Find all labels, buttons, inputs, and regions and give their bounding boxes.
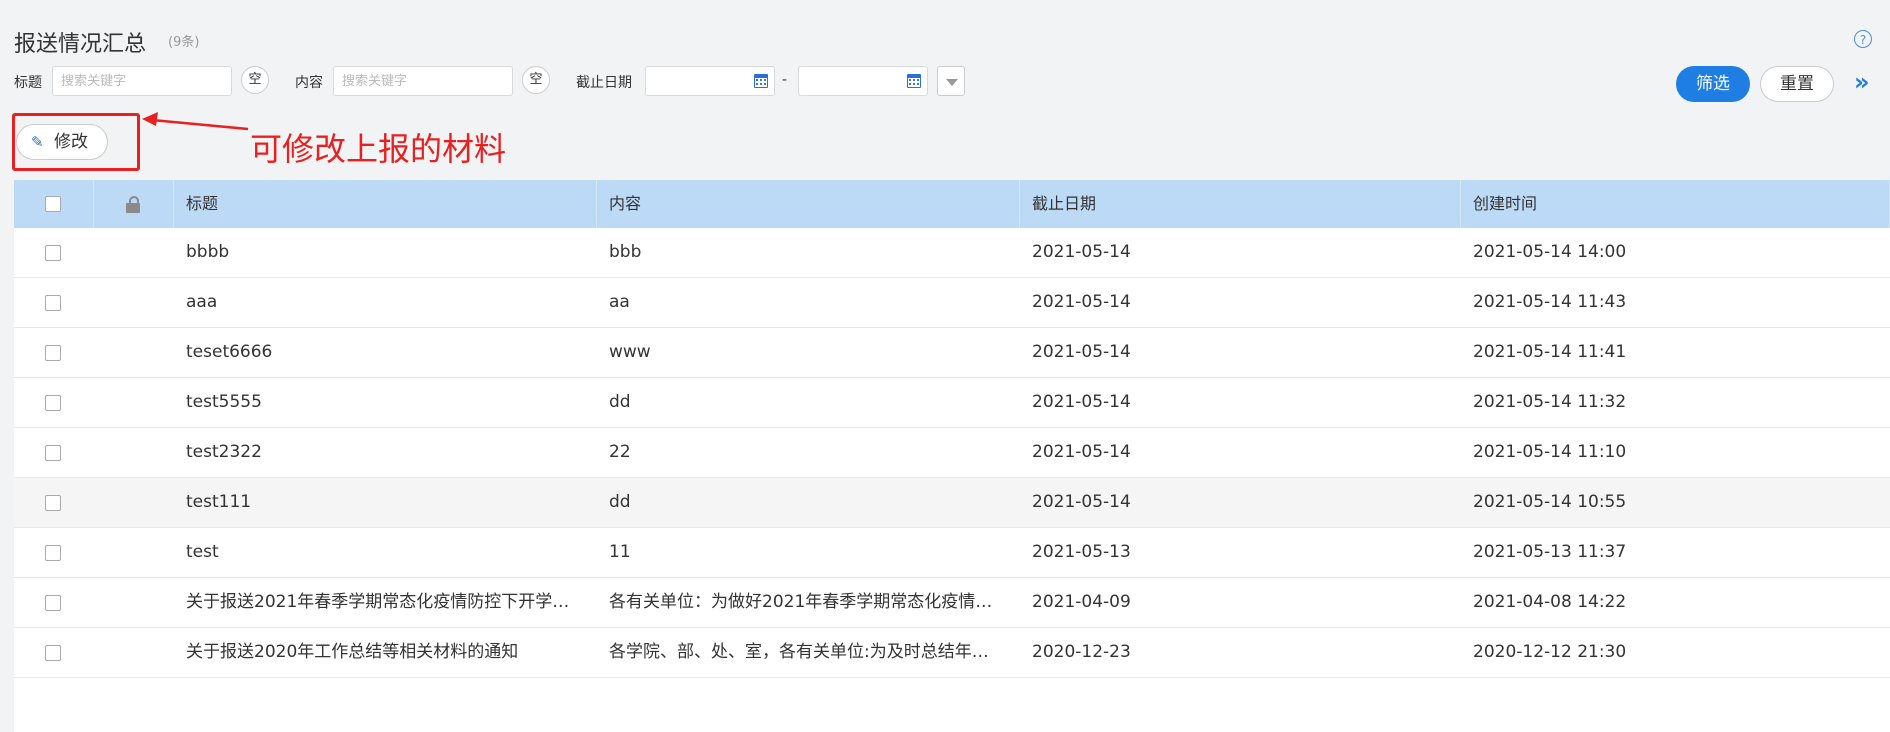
row-title: test5555 [186, 392, 262, 412]
calendar-icon[interactable] [754, 74, 768, 88]
report-table: 标题 内容 截止日期 创建时间 bbbb bbb 2021-05-14 2021… [14, 180, 1890, 732]
row-content: dd [609, 492, 631, 512]
row-deadline: 2021-05-14 [1032, 342, 1131, 362]
row-deadline: 2021-05-14 [1032, 242, 1131, 262]
content-filter-label: 内容 [295, 75, 323, 91]
row-title: test [186, 542, 219, 562]
double-chevron-right-icon[interactable]: » [1854, 68, 1870, 96]
row-checkbox[interactable] [45, 345, 61, 361]
title-empty-button[interactable]: 空 [241, 66, 269, 94]
row-created: 2021-05-14 11:32 [1473, 392, 1627, 412]
row-checkbox[interactable] [45, 445, 61, 461]
row-deadline: 2021-05-14 [1032, 442, 1131, 462]
deadline-filter-label: 截止日期 [576, 75, 632, 91]
select-all-checkbox[interactable] [45, 196, 61, 212]
title-filter-label: 标题 [14, 75, 42, 91]
row-created: 2020-12-12 21:30 [1473, 642, 1627, 662]
lock-column-header[interactable] [94, 180, 174, 228]
reset-button[interactable]: 重置 [1760, 66, 1834, 102]
table-row[interactable]: bbbb bbb 2021-05-14 2021-05-14 14:00 [14, 228, 1890, 278]
row-content: 各学院、部、处、室，各有关单位:为及时总结年… [609, 642, 989, 662]
annotation-arrow [142, 112, 249, 131]
title-search-input[interactable] [52, 66, 232, 96]
table-row[interactable]: 关于报送2021年春季学期常态化疫情防控下开学… 各有关单位：为做好2021年春… [14, 578, 1890, 628]
content-empty-button[interactable]: 空 [522, 66, 550, 94]
table-row[interactable]: aaa aa 2021-05-14 2021-05-14 11:43 [14, 278, 1890, 328]
row-created: 2021-05-14 11:10 [1473, 442, 1627, 462]
date-separator: - [782, 72, 788, 88]
row-created: 2021-05-14 14:00 [1473, 242, 1627, 262]
row-checkbox[interactable] [45, 495, 61, 511]
select-all-cell [14, 180, 94, 228]
row-deadline: 2021-05-14 [1032, 492, 1131, 512]
row-created: 2021-04-08 14:22 [1473, 592, 1627, 612]
help-icon[interactable]: ? [1854, 30, 1872, 48]
row-content: www [609, 342, 651, 362]
row-checkbox[interactable] [45, 645, 61, 661]
row-content: dd [609, 392, 631, 412]
table-header: 标题 内容 截止日期 创建时间 [14, 180, 1890, 228]
row-title: test111 [186, 492, 252, 512]
column-header-title[interactable]: 标题 [174, 180, 597, 228]
row-title: 关于报送2020年工作总结等相关材料的通知 [186, 642, 519, 662]
deadline-start-input[interactable] [645, 66, 775, 96]
row-created: 2021-05-13 11:37 [1473, 542, 1627, 562]
row-checkbox[interactable] [45, 395, 61, 411]
row-created: 2021-05-14 10:55 [1473, 492, 1627, 512]
filter-button[interactable]: 筛选 [1676, 66, 1750, 102]
column-header-deadline[interactable]: 截止日期 [1020, 180, 1461, 228]
row-deadline: 2021-05-13 [1032, 542, 1131, 562]
row-created: 2021-05-14 11:41 [1473, 342, 1627, 362]
table-row[interactable]: test5555 dd 2021-05-14 2021-05-14 11:32 [14, 378, 1890, 428]
column-header-content[interactable]: 内容 [597, 180, 1020, 228]
row-content: aa [609, 292, 630, 312]
table-row[interactable]: test 11 2021-05-13 2021-05-13 11:37 [14, 528, 1890, 578]
table-row[interactable]: test2322 22 2021-05-14 2021-05-14 11:10 [14, 428, 1890, 478]
row-content: 22 [609, 442, 631, 462]
deadline-end-input[interactable] [798, 66, 928, 96]
table-row[interactable]: 关于报送2020年工作总结等相关材料的通知 各学院、部、处、室，各有关单位:为及… [14, 628, 1890, 678]
table-row[interactable]: test111 dd 2021-05-14 2021-05-14 10:55 [14, 478, 1890, 528]
lock-icon [126, 196, 140, 213]
calendar-icon[interactable] [907, 74, 921, 88]
row-deadline: 2021-05-14 [1032, 292, 1131, 312]
table-row[interactable]: teset6666 www 2021-05-14 2021-05-14 11:4… [14, 328, 1890, 378]
row-title: test2322 [186, 442, 262, 462]
page-title: 报送情况汇总 [14, 32, 147, 57]
row-deadline: 2020-12-23 [1032, 642, 1131, 662]
annotation-text: 可修改上报的材料 [250, 130, 507, 168]
row-checkbox[interactable] [45, 545, 61, 561]
row-title: 关于报送2021年春季学期常态化疫情防控下开学… [186, 592, 570, 612]
row-checkbox[interactable] [45, 295, 61, 311]
row-title: aaa [186, 292, 218, 312]
date-preset-dropdown[interactable] [937, 66, 965, 96]
row-deadline: 2021-04-09 [1032, 592, 1131, 612]
row-title: teset6666 [186, 342, 273, 362]
row-created: 2021-05-14 11:43 [1473, 292, 1627, 312]
caret-down-icon [946, 79, 958, 86]
row-content: 各有关单位：为做好2021年春季学期常态化疫情… [609, 592, 993, 612]
row-deadline: 2021-05-14 [1032, 392, 1131, 412]
record-count: (9条) [168, 35, 200, 50]
row-title: bbbb [186, 242, 230, 262]
row-content: 11 [609, 542, 631, 562]
table-empty-area [14, 678, 1890, 732]
row-checkbox[interactable] [45, 595, 61, 611]
annotation-highlight-box [12, 113, 140, 171]
column-header-created[interactable]: 创建时间 [1461, 180, 1890, 228]
row-checkbox[interactable] [45, 245, 61, 261]
row-content: bbb [609, 242, 642, 262]
content-search-input[interactable] [333, 66, 513, 96]
